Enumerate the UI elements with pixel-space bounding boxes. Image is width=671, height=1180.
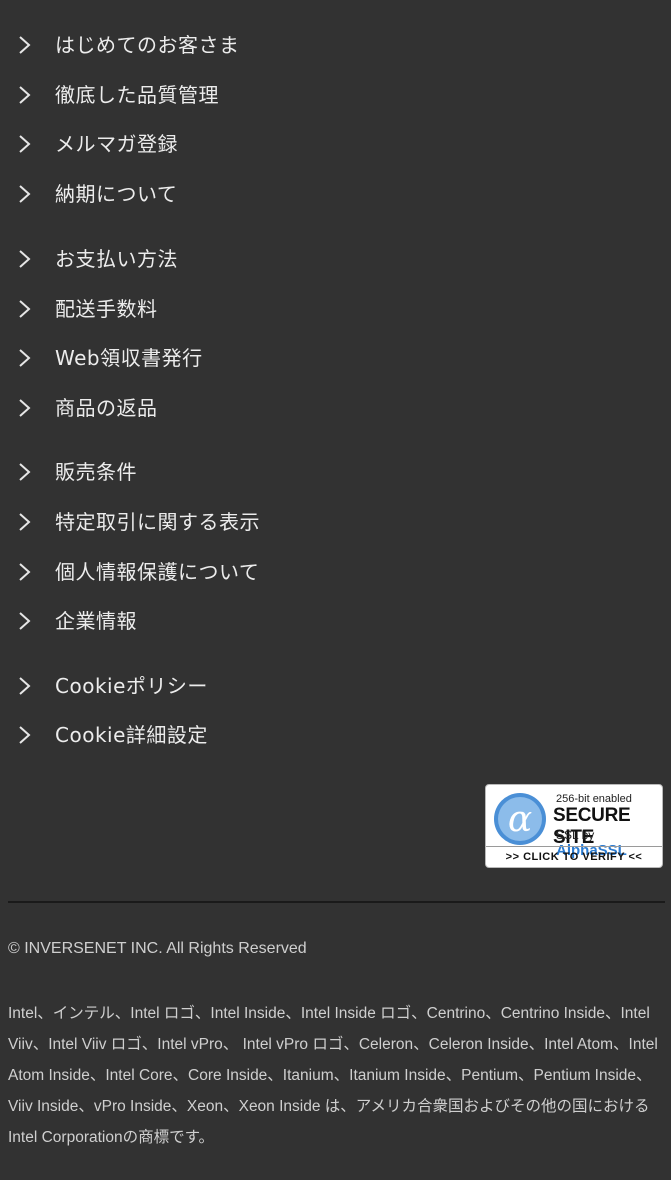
ssl-secure-site-badge[interactable]: α 256-bit enabled SECURE SITE SSL by Alp…: [485, 784, 663, 868]
menu-item-label: 徹底した品質管理: [55, 83, 219, 107]
chevron-right-icon: [19, 135, 31, 153]
menu-item-newsletter[interactable]: メルマガ登録: [0, 124, 671, 164]
menu-item-label: 企業情報: [55, 609, 137, 633]
menu-item-label: 商品の返品: [55, 396, 158, 420]
menu-item-returns[interactable]: 商品の返品: [0, 388, 671, 428]
menu-item-label: Cookie詳細設定: [55, 723, 208, 747]
menu-item-label: メルマガ登録: [55, 132, 178, 156]
ssl-by-prefix: SSL by: [556, 828, 595, 842]
footer-menu: はじめてのお客さま 徹底した品質管理 メルマガ登録 納期について お支払い方法 …: [0, 0, 671, 760]
chevron-right-icon: [19, 250, 31, 268]
menu-item-label: はじめてのお客さま: [55, 33, 240, 57]
menu-item-label: お支払い方法: [55, 247, 178, 271]
menu-item-first-time-customers[interactable]: はじめてのお客さま: [0, 25, 671, 65]
chevron-right-icon: [19, 86, 31, 104]
menu-item-label: Cookieポリシー: [55, 674, 208, 698]
chevron-right-icon: [19, 726, 31, 744]
menu-item-cookie-settings[interactable]: Cookie詳細設定: [0, 715, 671, 755]
chevron-right-icon: [19, 612, 31, 630]
menu-item-label: 納期について: [55, 182, 178, 206]
trademark-notice: Intel、インテル、Intel ロゴ、Intel Inside、Intel I…: [8, 1005, 658, 1146]
chevron-right-icon: [19, 463, 31, 481]
menu-item-label: 個人情報保護について: [55, 560, 260, 584]
alpha-logo-icon: α: [494, 793, 546, 845]
chevron-right-icon: [19, 677, 31, 695]
chevron-right-icon: [19, 563, 31, 581]
menu-item-sales-terms[interactable]: 販売条件: [0, 452, 671, 492]
menu-item-cookie-policy[interactable]: Cookieポリシー: [0, 666, 671, 706]
svg-text:α: α: [508, 799, 532, 840]
menu-item-quality-control[interactable]: 徹底した品質管理: [0, 75, 671, 115]
chevron-right-icon: [19, 300, 31, 318]
menu-item-privacy[interactable]: 個人情報保護について: [0, 552, 671, 592]
chevron-right-icon: [19, 185, 31, 203]
menu-item-label: 販売条件: [55, 460, 137, 484]
chevron-right-icon: [19, 36, 31, 54]
menu-item-label: Web領収書発行: [55, 346, 203, 370]
menu-item-delivery[interactable]: 納期について: [0, 174, 671, 214]
ssl-bit-text: 256-bit enabled: [556, 793, 632, 805]
ssl-verify-text: >> CLICK TO VERIFY <<: [486, 846, 662, 867]
chevron-right-icon: [19, 349, 31, 367]
footer-divider: [8, 901, 665, 903]
chevron-right-icon: [19, 513, 31, 531]
menu-item-label: 特定取引に関する表示: [55, 510, 260, 534]
menu-item-commercial-transactions[interactable]: 特定取引に関する表示: [0, 502, 671, 542]
menu-item-web-receipt[interactable]: Web領収書発行: [0, 338, 671, 378]
copyright-text: © INVERSENET INC. All Rights Reserved: [8, 940, 307, 957]
menu-item-company[interactable]: 企業情報: [0, 601, 671, 641]
menu-item-payment[interactable]: お支払い方法: [0, 239, 671, 279]
menu-item-shipping-fee[interactable]: 配送手数料: [0, 289, 671, 329]
chevron-right-icon: [19, 399, 31, 417]
menu-item-label: 配送手数料: [55, 297, 158, 321]
